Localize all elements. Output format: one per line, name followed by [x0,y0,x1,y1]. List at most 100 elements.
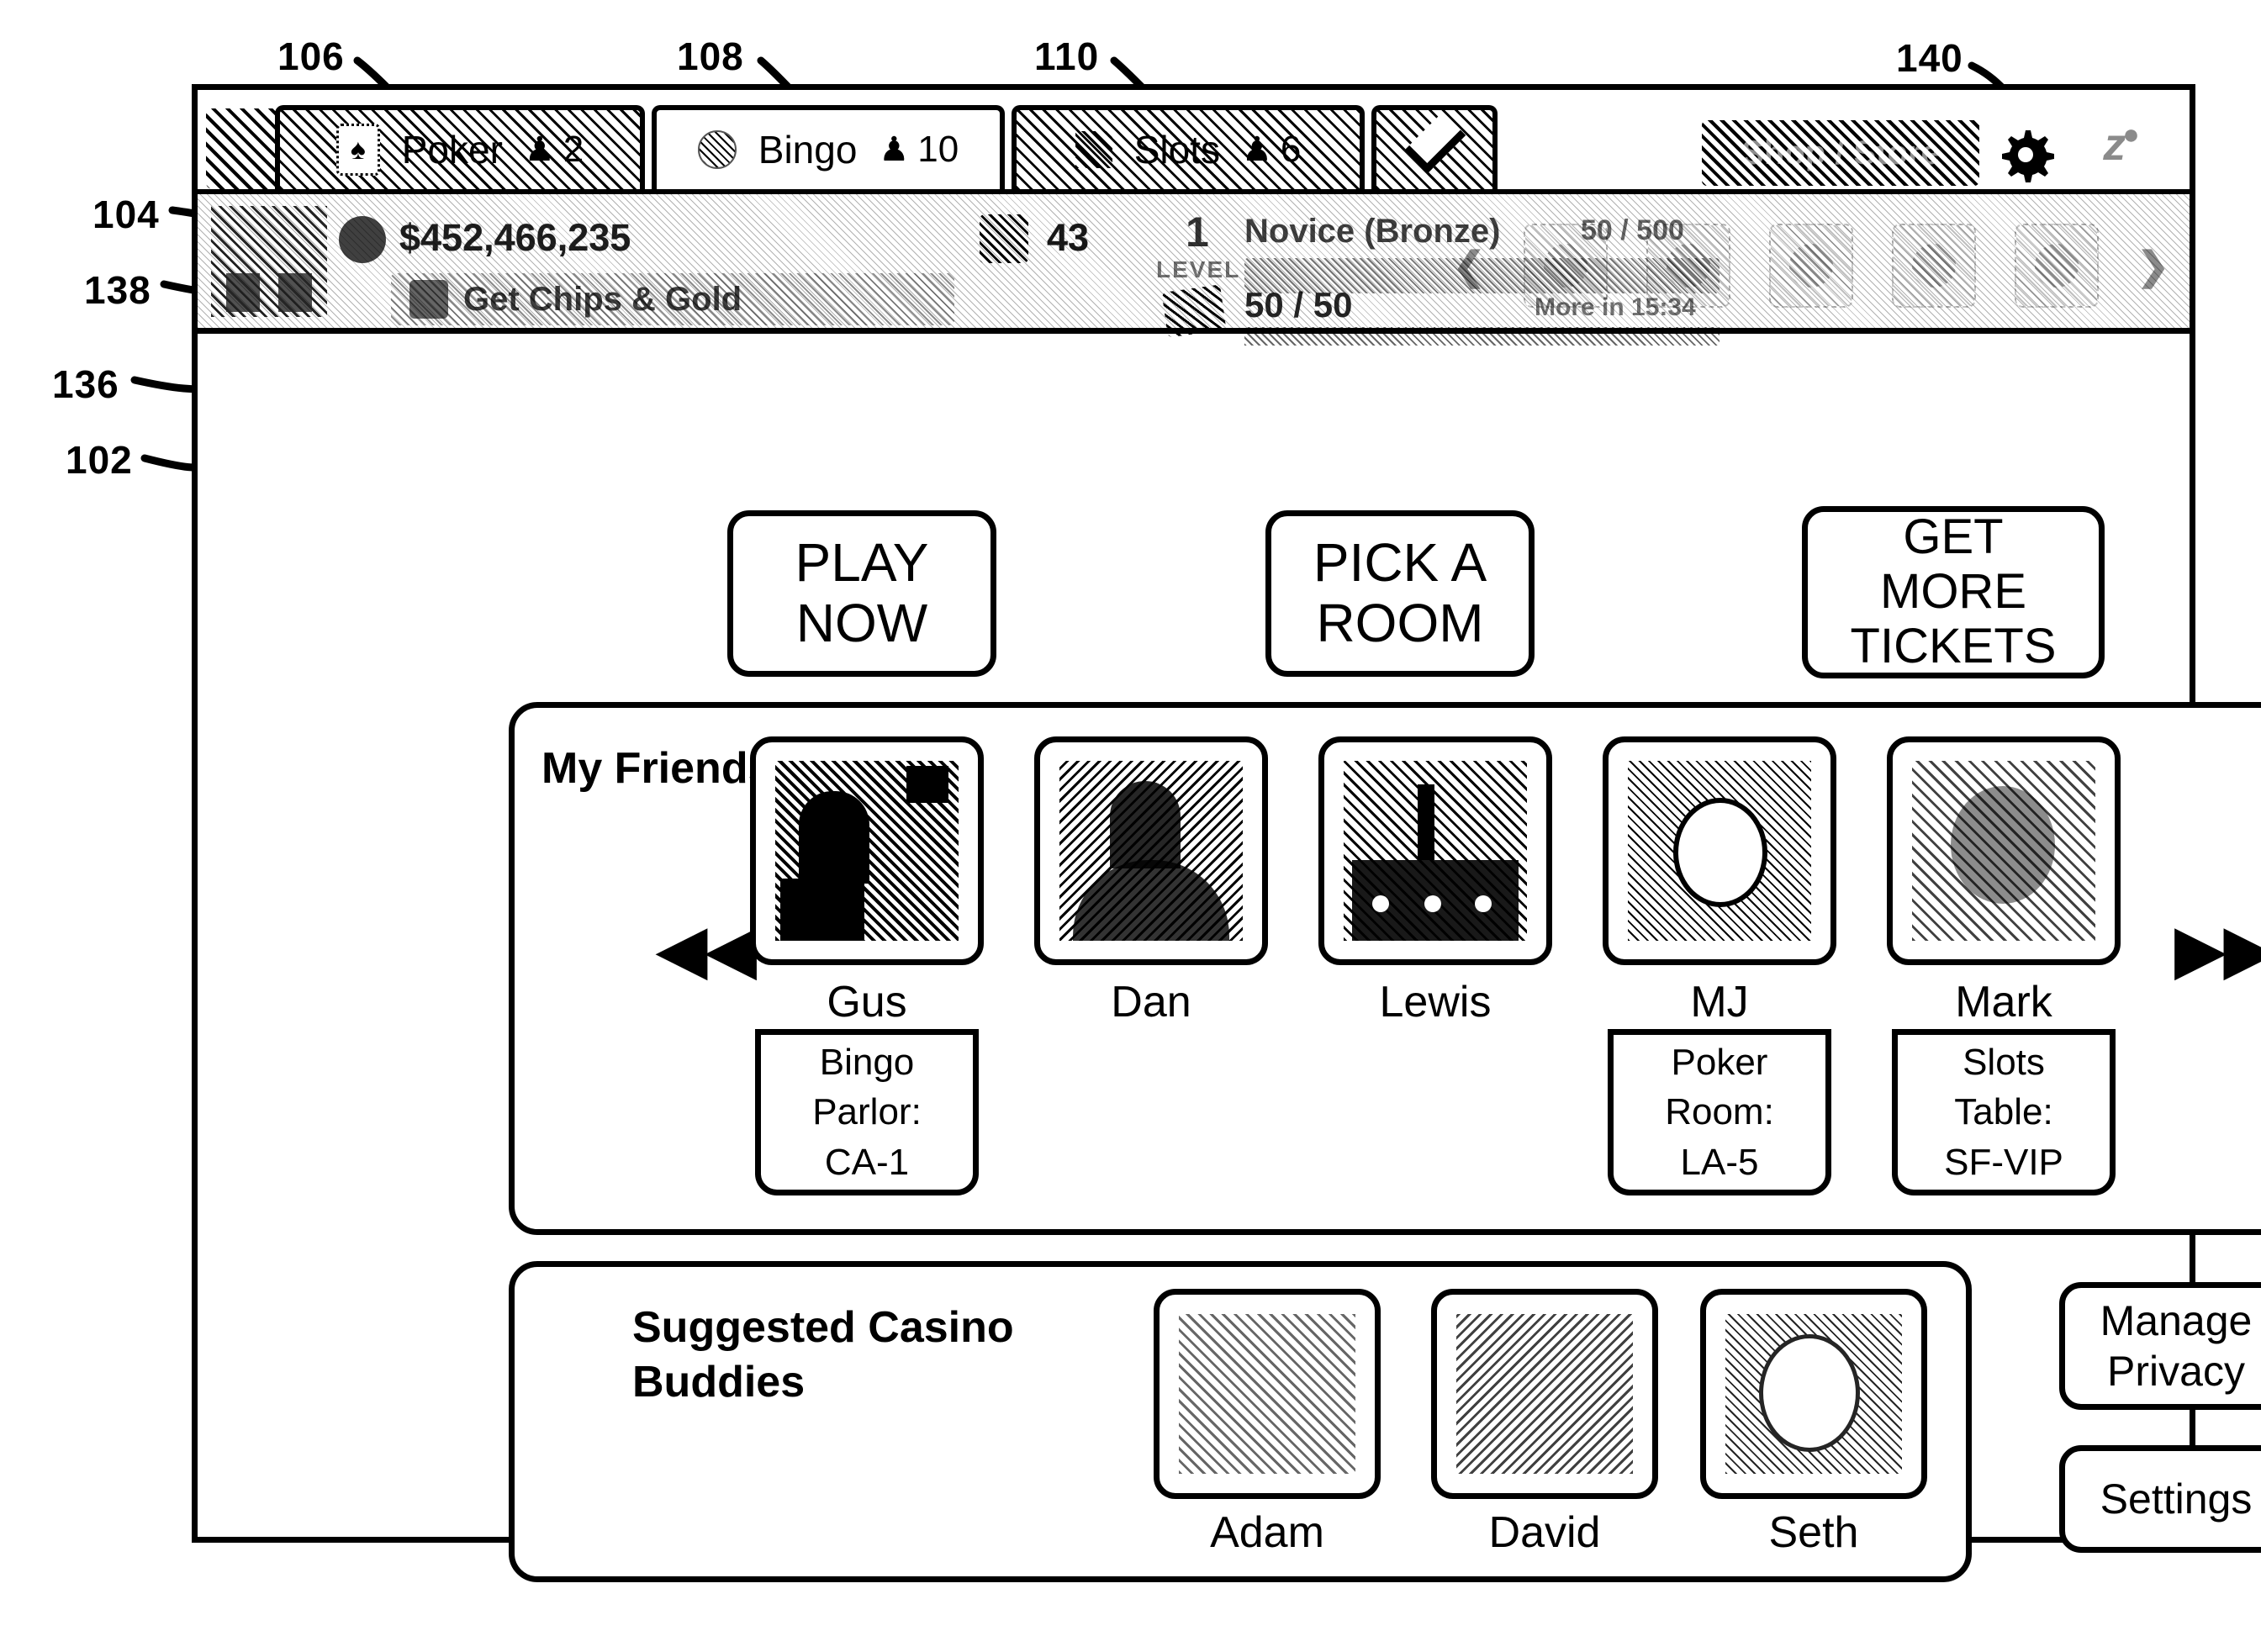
friend-status-box: Bingo Parlor: CA-1 [755,1029,979,1195]
tab-poker[interactable]: ♠ Poker ♟ 2 [275,105,645,189]
buddy-card[interactable] [1700,1289,1927,1499]
tickets-value: 50 / 50 [1244,285,1353,325]
manage-privacy-line1: Manage [2100,1297,2253,1344]
buddy-card[interactable] [1154,1289,1381,1499]
gear-icon[interactable] [1996,125,2055,184]
friend-name: Mark [1955,978,2052,1027]
manage-privacy-button[interactable]: Manage Privacy [2059,1282,2261,1410]
pick-a-room-button[interactable]: PICK A ROOM [1265,510,1535,677]
tab-slots[interactable]: Slots ♟ 6 [1012,105,1365,189]
friend-card[interactable] [750,736,984,965]
friend-card[interactable] [1887,736,2121,965]
arrow-left-double-icon[interactable]: ◀◀ [658,918,756,982]
bingo-ball-icon [697,130,737,169]
friend-status-line2: Table: [1954,1091,2053,1133]
gift-bag-glyph [1788,244,1833,288]
tab-poker-players: ♟ 2 [525,129,584,171]
play-now-line1: PLAY [795,532,929,594]
clock-bonus-icon[interactable] [1646,224,1731,308]
gift-bag-icon[interactable] [1768,224,1853,308]
arrow-right-double-icon[interactable]: ▶▶ [2175,918,2261,982]
person-icon: ♟ [879,131,910,168]
card-stack-icon [206,108,278,189]
tab-bingo-players: ♟ 10 [879,129,959,171]
tab-bingo[interactable]: Bingo ♟ 10 [652,105,1005,189]
avatar-shape-right [278,273,312,312]
suggested-buddies-title-line1: Suggested Casino [632,1303,1014,1352]
shop-button[interactable]: Shop / Store [1702,120,1979,186]
friend-status-line1: Slots [1963,1041,2045,1083]
chevron-left-icon[interactable]: ❮ [1453,243,1486,288]
sleep-z-small: ● [2122,119,2139,150]
ticket-count: 43 [1047,216,1090,259]
reference-numeral-104: 104 [92,193,160,236]
photo-shape [906,766,948,803]
game-client-window: ♠ Poker ♟ 2 Bingo ♟ 10 Slots ♟ 6 Shop / … [192,84,2261,1582]
suggested-casino-buddies-panel: Suggested Casino Buddies Adam David Seth [509,1261,1972,1582]
clock-bonus-glyph [1667,244,1711,288]
friend-photo [1628,761,1811,941]
photo-shape [1110,781,1181,868]
friend-card[interactable] [1034,736,1268,965]
photo-shape [1418,784,1434,860]
buddy-name: Seth [1768,1508,1859,1557]
settings-label: Settings [2100,1475,2253,1523]
chevron-right-icon[interactable]: ❯ [2137,243,2169,288]
player-status-bar: $452,466,235 Get Chips & Gold 43 1 LEVEL… [198,189,2190,346]
tickets-icon [1161,284,1227,338]
present-icon[interactable] [2014,224,2099,308]
sleep-z-large: z [2103,119,2126,170]
tab-bingo-count: 10 [917,129,959,170]
suggested-buddies-title-line2: Buddies [632,1358,806,1407]
tab-more-dropdown[interactable] [1371,105,1498,189]
tab-slots-label: Slots [1133,128,1220,172]
photo-shape [780,879,864,941]
friend-status-line1: Bingo [819,1041,915,1083]
buddy-name: Adam [1210,1508,1324,1557]
tab-bingo-label: Bingo [758,128,858,172]
chips-stack-icon[interactable] [1524,224,1609,308]
photo-shape [1372,895,1389,912]
reference-numeral-110: 110 [1034,34,1100,78]
buddy-card[interactable] [1431,1289,1658,1499]
get-chips-and-gold-button[interactable]: Get Chips & Gold [391,273,954,325]
person-icon: ♟ [524,131,555,168]
reference-numeral-140: 140 [1896,36,1963,80]
friend-card[interactable] [1318,736,1552,965]
friend-status-box: Poker Room: LA-5 [1608,1029,1831,1195]
slot-machine-icon [1075,131,1112,168]
manage-privacy-line2: Privacy [2107,1348,2245,1395]
photo-shape [1073,860,1229,941]
friend-name: Lewis [1379,978,1492,1027]
friend-photo [1912,761,2095,941]
avatar[interactable] [211,206,327,317]
friend-photo [1059,761,1243,941]
get-tickets-line2: MORE [1880,564,2026,620]
person-icon: ♟ [1241,131,1272,168]
reference-numeral-136: 136 [52,362,119,406]
pick-room-line2: ROOM [1316,593,1484,653]
coin-icon [339,216,386,263]
sleep-zzz-icon[interactable]: z ● [2073,119,2166,189]
play-now-button[interactable]: PLAY NOW [727,510,996,677]
reference-numeral-108: 108 [677,34,744,78]
get-more-tickets-button[interactable]: GET MORE TICKETS [1802,506,2105,678]
suggested-buddies-title: Suggested Casino Buddies [632,1301,1014,1410]
play-now-line2: NOW [795,593,928,653]
buddy-photo [1725,1314,1902,1474]
friend-name: Dan [1111,978,1191,1027]
reference-numeral-106: 106 [277,34,345,78]
friend-card[interactable] [1603,736,1836,965]
chips-icon [409,280,448,319]
my-friends-title: My Friends [541,744,773,793]
pick-room-line1: PICK A [1313,532,1487,594]
shop-button-label: Shop / Store [1741,134,1940,172]
settings-button[interactable]: Settings [2059,1445,2261,1553]
tickets-progress-bar [1244,327,1720,346]
friend-status-line3: LA-5 [1680,1141,1759,1183]
friend-status-line3: CA-1 [824,1141,910,1183]
mail-icon[interactable] [1891,224,1976,308]
chevron-down-icon [1403,111,1466,174]
friend-photo [775,761,959,941]
tab-poker-label: Poker [401,128,503,172]
